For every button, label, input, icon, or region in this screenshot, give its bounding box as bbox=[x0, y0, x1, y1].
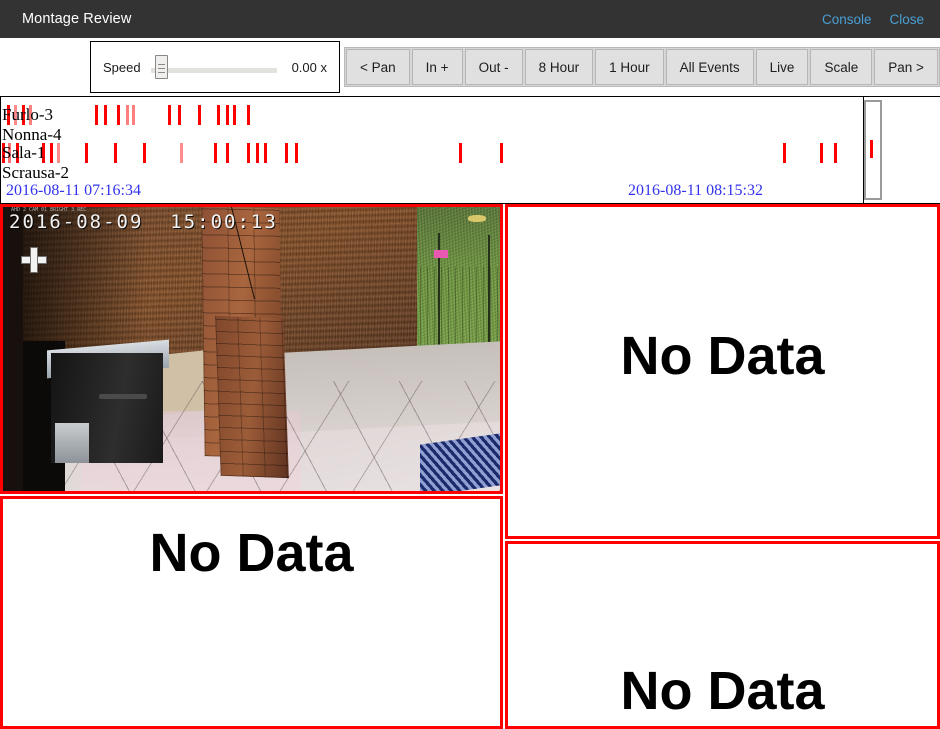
video-feed[interactable]: AHD 2 CAM 01 BRIGHT 3 REC 2016-08-09 15:… bbox=[3, 207, 500, 491]
montage-pane-3[interactable]: No Data bbox=[0, 496, 503, 729]
pan-left-button[interactable]: < Pan bbox=[346, 49, 410, 85]
timeline-event-mark[interactable] bbox=[104, 105, 108, 125]
montage-pane-1[interactable]: AHD 2 CAM 01 BRIGHT 3 REC 2016-08-09 15:… bbox=[0, 204, 503, 494]
timeline-event-mark[interactable] bbox=[246, 143, 250, 163]
timeline-event-marks bbox=[0, 105, 863, 125]
timeline-scrollbar[interactable] bbox=[864, 100, 882, 200]
crosshair-cursor-icon bbox=[21, 247, 47, 273]
close-link[interactable]: Close bbox=[889, 12, 924, 27]
timeline-event-mark[interactable] bbox=[459, 143, 463, 163]
timeline-camera-label: Scrausa-2 bbox=[2, 163, 70, 182]
speed-value: 0.00 x bbox=[291, 59, 327, 75]
speed-slider-handle[interactable] bbox=[154, 55, 168, 79]
no-data-label: No Data bbox=[620, 326, 825, 386]
timeline-end-time: 2016-08-11 08:15:32 bbox=[628, 182, 763, 199]
page-title: Montage Review bbox=[22, 11, 132, 27]
timeline-event-mark[interactable] bbox=[217, 105, 221, 125]
range-8-hour-button[interactable]: 8 Hour bbox=[524, 49, 594, 85]
timeline-camera-label: Furlo-3 bbox=[2, 105, 53, 124]
zoom-out-button[interactable]: Out - bbox=[464, 49, 523, 85]
console-link[interactable]: Console bbox=[822, 12, 872, 27]
timeline-event-mark[interactable] bbox=[226, 105, 230, 125]
pink-tag bbox=[434, 250, 448, 258]
timeline-row-furlo-3[interactable]: Furlo-3 bbox=[0, 105, 863, 125]
timeline-event-marks bbox=[0, 163, 863, 183]
timeline-event-mark[interactable] bbox=[125, 105, 129, 125]
scale-button[interactable]: Scale bbox=[810, 49, 873, 85]
timeline-event-mark[interactable] bbox=[56, 143, 60, 163]
timeline-start-time: 2016-08-11 07:16:34 bbox=[6, 182, 141, 199]
timeline-event-mark[interactable] bbox=[295, 143, 299, 163]
live-button[interactable]: Live bbox=[755, 49, 809, 85]
timeline-event-mark[interactable] bbox=[143, 143, 147, 163]
timeline-event-mark[interactable] bbox=[85, 143, 89, 163]
montage-pane-2[interactable]: No Data bbox=[505, 204, 940, 539]
pan-right-button[interactable]: Pan > bbox=[874, 49, 938, 85]
playback-toolbar: Speed 0.00 x < Pan In + Out -8 Hour 1 Hour A… bbox=[0, 38, 940, 96]
timeline-scrollbar-event-mark bbox=[870, 140, 873, 158]
montage-pane-4[interactable]: No Data bbox=[505, 541, 940, 729]
bin-handle bbox=[99, 394, 147, 399]
timeline-event-mark[interactable] bbox=[197, 105, 201, 125]
grip-line bbox=[157, 64, 165, 65]
timeline-event-mark[interactable] bbox=[833, 143, 837, 163]
timeline-event-mark[interactable] bbox=[50, 143, 54, 163]
timeline-row-scrausa-2[interactable]: Scrausa-2 bbox=[0, 163, 863, 183]
timeline-event-mark[interactable] bbox=[499, 143, 503, 163]
timeline-row-sala-1[interactable]: Sala-1 bbox=[0, 143, 863, 163]
timeline-event-mark[interactable] bbox=[226, 143, 230, 163]
grip-line bbox=[157, 72, 165, 73]
crosshair-vertical-bar bbox=[30, 247, 38, 273]
timeline-event-mark[interactable] bbox=[113, 143, 117, 163]
yellow-object bbox=[468, 215, 486, 222]
timeline-event-mark[interactable] bbox=[180, 143, 184, 163]
timeline-event-mark[interactable] bbox=[214, 143, 218, 163]
timeline-event-mark[interactable] bbox=[168, 105, 172, 125]
timeline-row-nonna-4[interactable]: Nonna-4 bbox=[0, 125, 863, 145]
osd-timestamp: 2016-08-09 15:00:13 bbox=[9, 211, 278, 233]
timeline-event-marks bbox=[0, 143, 863, 163]
speed-label: Speed bbox=[103, 59, 141, 75]
window-header: Montage Review Console Close bbox=[0, 0, 940, 38]
timeline-event-mark[interactable] bbox=[284, 143, 288, 163]
timeline-camera-label: Sala-1 bbox=[2, 143, 46, 162]
timeline-event-mark[interactable] bbox=[819, 143, 823, 163]
dark-left-strip bbox=[3, 207, 23, 491]
timeline-camera-label: Nonna-4 bbox=[2, 125, 62, 144]
brick-pillar-lower bbox=[215, 315, 289, 479]
timeline-event-mark[interactable] bbox=[132, 105, 136, 125]
grip-line bbox=[157, 68, 165, 69]
speed-slider-track[interactable] bbox=[151, 68, 277, 73]
bin-highlight bbox=[55, 423, 89, 463]
timeline-event-marks bbox=[0, 125, 863, 145]
timeline-event-mark[interactable] bbox=[233, 105, 236, 125]
header-links: Console Close bbox=[822, 12, 924, 27]
range-1-hour-button[interactable]: 1 Hour bbox=[595, 49, 664, 85]
timeline-track-area[interactable]: Furlo-3 Nonna-4 Sala-1 Scrausa-2 2016-08-11… bbox=[0, 97, 864, 203]
timeline-event-mark[interactable] bbox=[256, 143, 260, 163]
blue-grate bbox=[420, 433, 500, 491]
speed-control[interactable]: Speed 0.00 x bbox=[90, 41, 340, 93]
all-events-button[interactable]: All Events bbox=[665, 49, 754, 85]
montage-grid: AHD 2 CAM 01 BRIGHT 3 REC 2016-08-09 15:… bbox=[0, 204, 940, 729]
timeline[interactable]: Furlo-3 Nonna-4 Sala-1 Scrausa-2 2016-08-11… bbox=[0, 96, 940, 204]
no-data-label: No Data bbox=[149, 523, 354, 583]
toolbar-button-row: < Pan In + Out -8 Hour 1 Hour All Events Live… bbox=[344, 47, 940, 87]
timeline-event-mark[interactable] bbox=[117, 105, 121, 125]
timeline-event-mark[interactable] bbox=[94, 105, 98, 125]
zoom-in-button[interactable]: In + bbox=[411, 49, 463, 85]
no-data-label: No Data bbox=[620, 661, 825, 721]
timeline-event-mark[interactable] bbox=[782, 143, 786, 163]
timeline-event-mark[interactable] bbox=[246, 105, 250, 125]
timeline-event-mark[interactable] bbox=[264, 143, 268, 163]
timeline-event-mark[interactable] bbox=[177, 105, 181, 125]
speed-slider[interactable] bbox=[147, 55, 277, 79]
